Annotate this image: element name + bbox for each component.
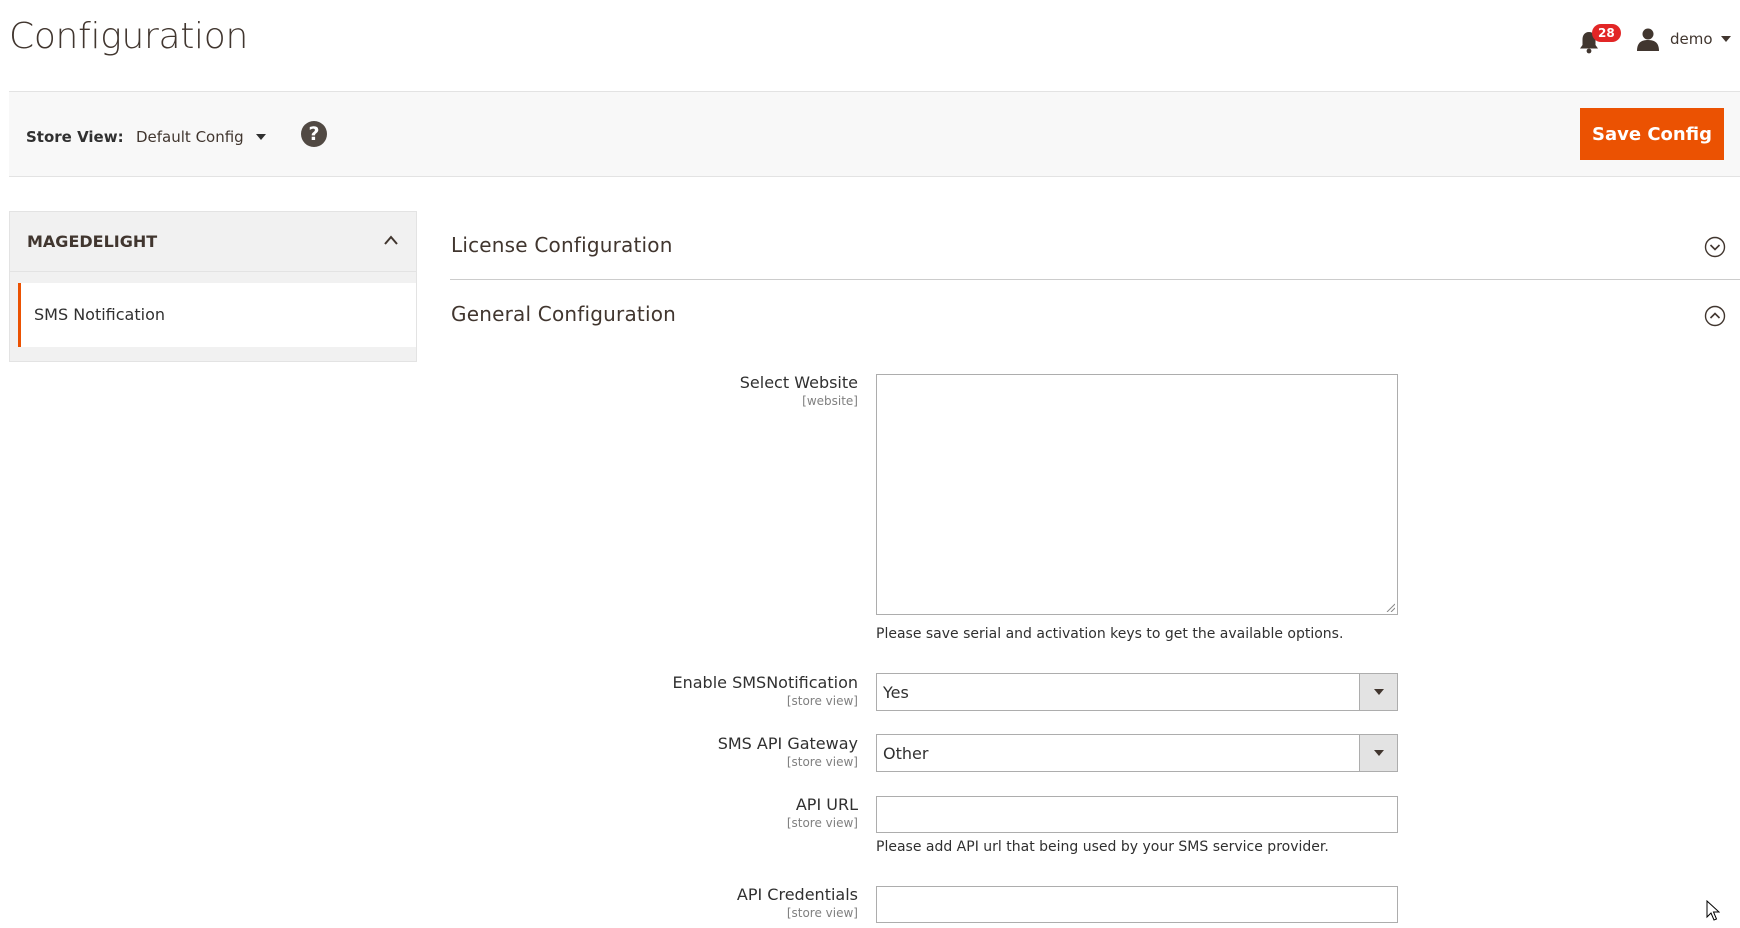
user-name: demo — [1670, 30, 1713, 48]
sidebar-item-label: SMS Notification — [34, 305, 166, 324]
help-icon[interactable]: ? — [301, 121, 327, 147]
field-scope: [store view] — [786, 816, 858, 830]
sidebar-group-header[interactable]: MAGEDELIGHT — [10, 212, 416, 272]
store-view-label: Store View: — [26, 128, 124, 146]
page-header: Configuration 28 demo — [0, 0, 1740, 91]
api-url-note: Please add API url that being used by yo… — [876, 839, 1329, 855]
section-license-configuration[interactable]: License Configuration — [450, 212, 1740, 280]
field-label: API Credentials — [736, 885, 858, 904]
field-scope: [store view] — [786, 694, 858, 708]
select-website-multiselect[interactable] — [876, 374, 1398, 615]
notifications-count-badge: 28 — [1592, 24, 1621, 42]
select-website-note: Please save serial and activation keys t… — [876, 626, 1344, 642]
field-scope: [store view] — [786, 755, 858, 769]
chevron-down-icon — [1359, 735, 1397, 771]
select-value: Other — [883, 744, 929, 763]
select-value: Yes — [883, 683, 909, 702]
chevron-up-icon — [384, 235, 398, 245]
section-title: License Configuration — [451, 233, 673, 257]
notifications-button[interactable]: 28 — [1572, 24, 1622, 54]
field-scope: [store view] — [786, 906, 858, 920]
sidebar-group-title: MAGEDELIGHT — [27, 232, 158, 251]
api-url-input[interactable] — [876, 796, 1398, 833]
select-website-label: Select Website [website] — [458, 373, 858, 408]
resize-grip-icon[interactable] — [1385, 602, 1395, 612]
config-sidebar: MAGEDELIGHT SMS Notification — [9, 211, 417, 362]
api-gateway-label: SMS API Gateway [store view] — [458, 734, 858, 769]
store-view-switcher[interactable]: Default Config — [136, 128, 266, 146]
circle-chevron-down-icon — [1704, 236, 1726, 258]
page-title: Configuration — [9, 16, 248, 57]
field-label: SMS API Gateway — [717, 734, 858, 753]
chevron-down-icon — [1720, 36, 1731, 42]
user-icon — [1637, 28, 1659, 51]
mouse-cursor-icon — [1706, 900, 1720, 921]
enable-sms-label: Enable SMSNotification [store view] — [458, 673, 858, 708]
api-credentials-input[interactable] — [876, 886, 1398, 923]
circle-chevron-up-icon — [1704, 305, 1726, 327]
chevron-down-icon — [255, 134, 266, 140]
save-config-button[interactable]: Save Config — [1580, 108, 1724, 160]
enable-sms-select[interactable]: Yes — [876, 673, 1398, 711]
section-title: General Configuration — [451, 302, 677, 326]
page-actions-toolbar: Store View: Default Config ? Save Config — [9, 91, 1740, 177]
api-url-label: API URL [store view] — [458, 795, 858, 830]
section-general-configuration[interactable]: General Configuration — [450, 281, 1740, 349]
field-label: Enable SMSNotification — [672, 673, 858, 692]
api-credentials-label: API Credentials [store view] — [458, 885, 858, 920]
store-view-value: Default Config — [136, 128, 244, 146]
field-scope: [website] — [802, 394, 858, 408]
chevron-down-icon — [1359, 674, 1397, 710]
field-label: API URL — [795, 795, 858, 814]
field-label: Select Website — [739, 373, 858, 392]
api-gateway-select[interactable]: Other — [876, 734, 1398, 772]
user-menu[interactable]: demo — [1636, 24, 1731, 54]
sidebar-item-sms-notification[interactable]: SMS Notification — [18, 283, 416, 347]
